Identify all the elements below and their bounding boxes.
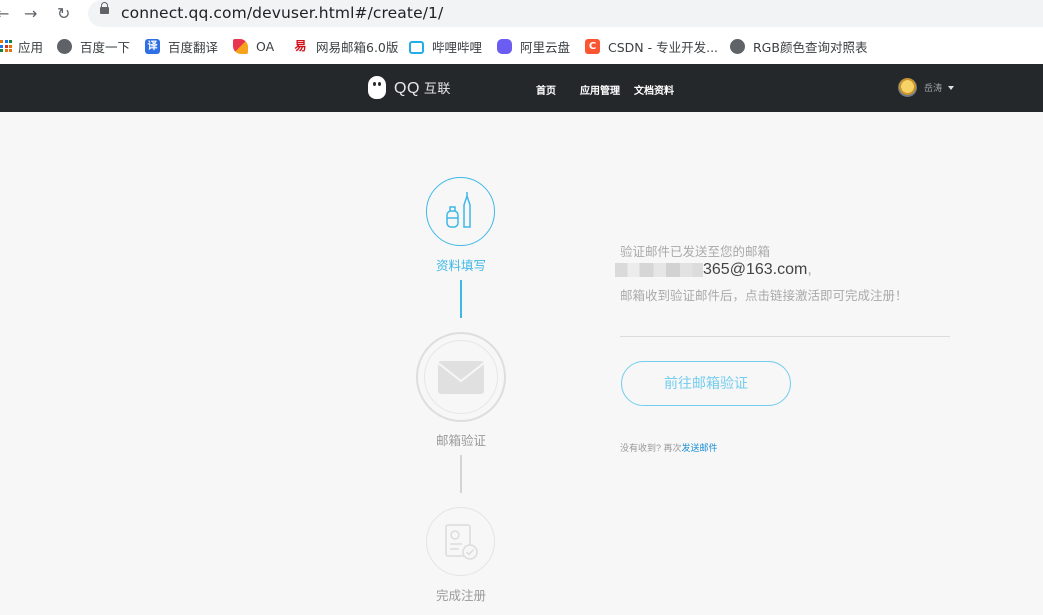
browser-address-bar: ← → ↻ connect.qq.com/devuser.html#/creat… (0, 0, 1043, 28)
nav-documentation[interactable]: 文档资料 (634, 82, 674, 97)
nav-app-management[interactable]: 应用管理 (580, 82, 620, 97)
logo-text: QQ 互联 (394, 78, 451, 98)
bookmark-label: 阿里云盘 (520, 39, 571, 55)
envelope-icon (437, 361, 485, 394)
bookmark-csdn[interactable]: C CSDN - 专业开发... (585, 38, 719, 55)
lock-icon[interactable] (100, 2, 109, 14)
bookmark-label: 哔哩哔哩 (432, 39, 483, 55)
bookmark-label: 应用 (18, 39, 44, 55)
email-comma: , (807, 261, 812, 278)
chevron-down-icon (948, 85, 955, 90)
bookmark-label: 网易邮箱6.0版 (316, 39, 399, 55)
go-to-mailbox-button[interactable]: 前往邮箱验证 (621, 361, 791, 406)
user-menu[interactable]: 岳涛 (898, 78, 955, 97)
logo-suffix: 互联 (423, 81, 451, 96)
certificate-check-icon (444, 523, 478, 560)
translate-icon: 译 (145, 38, 160, 54)
step-connector-1 (460, 280, 462, 318)
bilibili-icon (409, 40, 424, 54)
divider (620, 336, 950, 337)
email-address: 365@163.com, (615, 261, 812, 279)
step-1-label: 资料填写 (435, 259, 486, 273)
csdn-icon: C (585, 38, 600, 54)
bookmark-label: 百度翻译 (168, 39, 219, 55)
aliyun-drive-icon (497, 38, 512, 54)
nav-home[interactable]: 首页 (536, 82, 556, 97)
url-text[interactable]: connect.qq.com/devuser.html#/create/1/ (121, 4, 443, 22)
forward-icon[interactable]: → (24, 4, 37, 23)
step-3-label: 完成注册 (435, 589, 486, 603)
oa-icon (233, 38, 248, 54)
email-sent-notice: 验证邮件已发送至您的邮箱 (620, 245, 771, 259)
bookmark-baidu-translate[interactable]: 译 百度翻译 (145, 38, 219, 55)
pen-and-bottle-icon (445, 191, 471, 228)
back-icon[interactable]: ← (0, 4, 9, 23)
bookmark-label: RGB颜色查询对照表 (753, 39, 868, 55)
bookmark-label: OA (256, 38, 275, 54)
bookmark-baidu[interactable]: 百度一下 (57, 38, 131, 55)
email-visible-part: 365@163.com (703, 261, 808, 278)
logo-qq: QQ (394, 80, 420, 97)
qq-connect-logo[interactable]: QQ 互联 (366, 74, 451, 102)
step-2-circle (416, 332, 506, 422)
email-redaction-mask (615, 263, 703, 277)
site-header (0, 64, 1043, 112)
avatar (898, 78, 917, 97)
bookmark-bilibili[interactable]: 哔哩哔哩 (409, 38, 483, 55)
step-1-circle (426, 177, 495, 246)
step-2-label: 邮箱验证 (435, 434, 486, 448)
bookmark-apps[interactable]: 应用 (0, 38, 44, 55)
reload-icon[interactable]: ↻ (57, 4, 70, 23)
bookmark-rgb-table[interactable]: RGB颜色查询对照表 (730, 38, 868, 55)
bookmark-oa[interactable]: OA (233, 38, 274, 54)
activation-instruction: 邮箱收到验证邮件后，点击链接激活即可完成注册！ (620, 289, 908, 303)
step-3-circle (426, 507, 495, 576)
step-connector-2 (460, 455, 462, 493)
apps-grid-icon (0, 40, 12, 52)
netease-mail-icon: 易 (293, 38, 308, 54)
bookmark-label: CSDN - 专业开发... (608, 39, 719, 55)
globe-icon (730, 38, 745, 54)
qq-penguin-icon (366, 74, 388, 102)
globe-icon (57, 38, 72, 54)
resend-prefix: 没有收到? 再次 (620, 443, 682, 453)
bookmark-label: 百度一下 (80, 39, 131, 55)
bookmark-netease-mail[interactable]: 易 网易邮箱6.0版 (293, 38, 399, 55)
bookmark-aliyun-drive[interactable]: 阿里云盘 (497, 38, 571, 55)
resend-prompt: 没有收到? 再次发送邮件 (620, 441, 718, 454)
username: 岳涛 (924, 83, 943, 93)
bookmarks-bar: 应用 百度一下 译 百度翻译 OA 易 网易邮箱6.0版 哔哩哔哩 阿里云盘 C… (0, 28, 1043, 65)
resend-email-link[interactable]: 发送邮件 (682, 443, 718, 453)
